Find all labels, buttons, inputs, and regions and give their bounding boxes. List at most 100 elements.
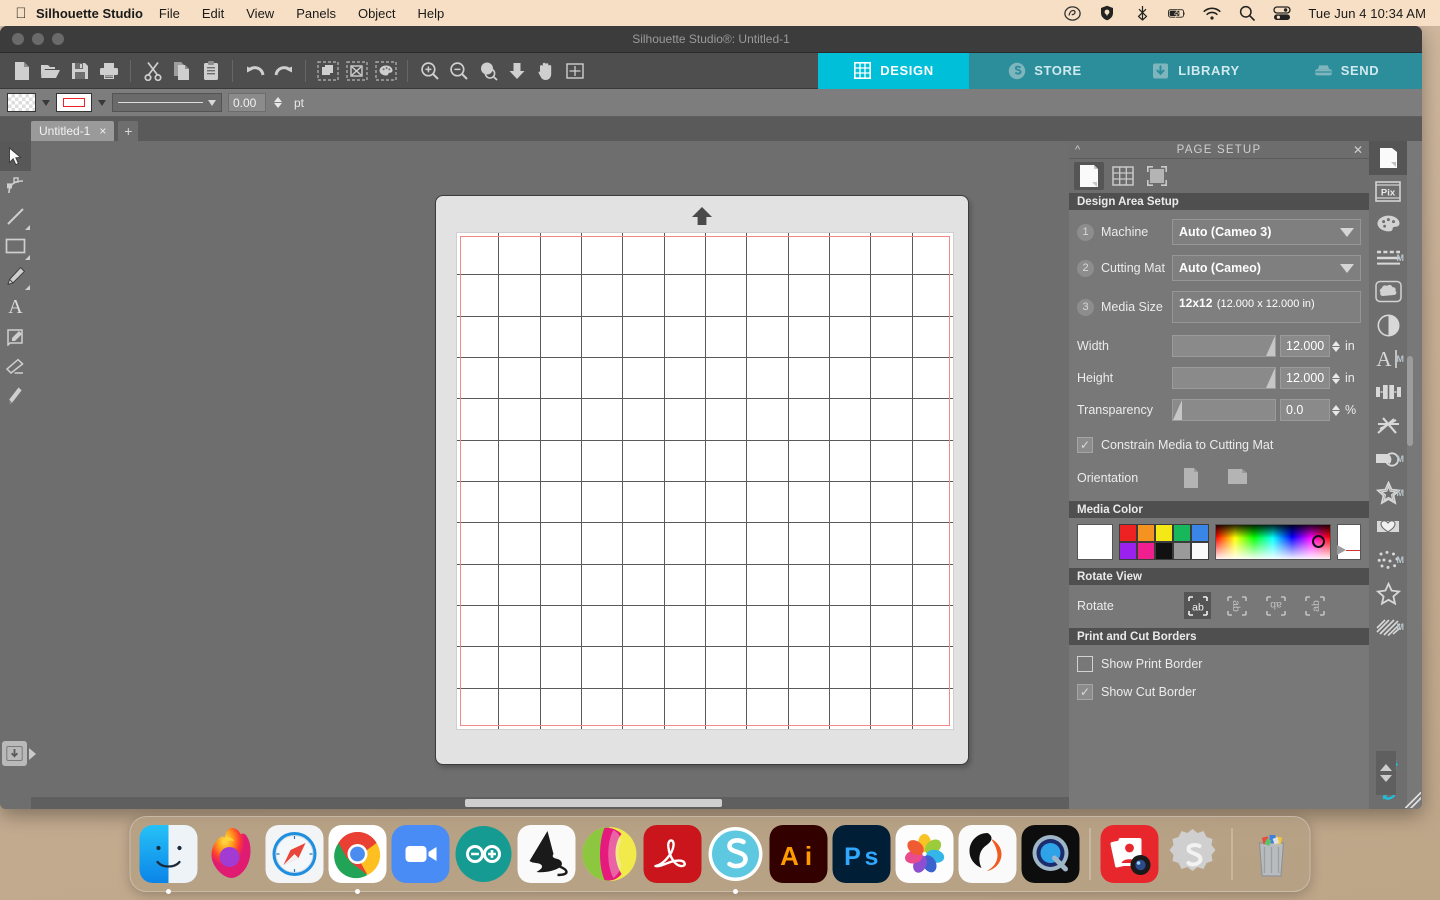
new-document-icon[interactable] [7, 56, 36, 85]
handbrake-icon[interactable] [958, 825, 1017, 883]
select-by-color-icon[interactable] [371, 56, 400, 85]
media-color-swatch[interactable] [1172, 542, 1191, 560]
panel-tab-registration-marks[interactable] [1142, 162, 1172, 190]
vertical-scrollbar[interactable] [1376, 751, 1396, 795]
zoom-in-icon[interactable] [415, 56, 444, 85]
acrobat-icon[interactable] [643, 825, 702, 883]
menu-view[interactable]: View [246, 6, 274, 21]
fit-window-icon[interactable] [560, 56, 589, 85]
control-center-icon[interactable] [1273, 5, 1291, 21]
krita-ball-icon[interactable] [581, 825, 639, 883]
menu-file[interactable]: File [159, 6, 180, 21]
open-folder-icon[interactable] [36, 56, 65, 85]
wifi-icon[interactable] [1203, 5, 1221, 21]
creative-cloud-icon[interactable] [1063, 5, 1081, 21]
print-border-row[interactable]: Show Print Border [1077, 656, 1361, 672]
bluetooth-icon[interactable] [1133, 5, 1151, 21]
zoom-video-icon[interactable] [391, 825, 450, 883]
rhinestone-panel-button[interactable]: M [1369, 476, 1407, 510]
dock-item-arduino[interactable] [455, 821, 513, 887]
dock-item-photoshop[interactable]: Ps [832, 821, 891, 887]
dock-item-handbrake[interactable] [958, 821, 1017, 887]
rectangle-tool[interactable] [0, 231, 31, 261]
dock-item-acrobat[interactable] [643, 821, 702, 887]
tab-send[interactable]: SEND [1271, 52, 1422, 89]
photos-icon[interactable] [895, 825, 954, 883]
finder-icon[interactable] [139, 825, 198, 883]
window-resize-grip[interactable] [1405, 792, 1421, 808]
draw-tool[interactable] [0, 261, 31, 291]
cut-border-row[interactable]: ✓ Show Cut Border [1077, 684, 1361, 700]
line-weight-stepper[interactable] [274, 97, 282, 108]
constrain-checkbox[interactable]: ✓ [1077, 437, 1093, 453]
constrain-row[interactable]: ✓ Constrain Media to Cutting Mat [1077, 437, 1361, 453]
horizontal-scroll-thumb[interactable] [465, 799, 722, 807]
align-panel-button[interactable] [1369, 376, 1407, 410]
page-setup-panel-button[interactable] [1369, 141, 1407, 175]
sticker-panel-button[interactable] [1369, 510, 1407, 544]
dock-item-quicktime[interactable] [1021, 821, 1080, 887]
transparency-stepper[interactable] [1332, 404, 1340, 416]
line-style-dropdown[interactable] [112, 93, 222, 112]
illustrator-icon[interactable]: Ai [769, 825, 828, 883]
dock-item-safari[interactable] [265, 821, 324, 887]
edit-points-tool[interactable] [0, 171, 31, 201]
silhouette-s-icon[interactable] [707, 825, 765, 883]
modify-panel-button[interactable] [1369, 309, 1407, 343]
search-icon[interactable] [1238, 5, 1256, 21]
menu-object[interactable]: Object [358, 6, 396, 21]
menu-clock[interactable]: Tue Jun 4 10:34 AM [1308, 6, 1426, 21]
dock-item-finder[interactable] [139, 821, 198, 894]
width-slider-handle[interactable] [1266, 336, 1275, 356]
dock-item-silhouette-gear[interactable] [1164, 821, 1222, 887]
color-spectrum-picker[interactable] [1214, 524, 1332, 560]
menu-edit[interactable]: Edit [202, 6, 224, 21]
pixscan-panel-button[interactable]: Pix [1369, 175, 1407, 209]
media-color-swatch[interactable] [1172, 524, 1191, 542]
dock-item-inkscape[interactable] [517, 821, 576, 887]
text-style-panel-button[interactable]: A M [1369, 342, 1407, 376]
close-icon[interactable]: ✕ [1353, 143, 1363, 157]
pan-hand-icon[interactable] [531, 56, 560, 85]
silhouette-gear-icon[interactable] [1164, 825, 1222, 883]
current-media-color-swatch[interactable] [1077, 524, 1113, 560]
width-slider[interactable] [1172, 335, 1276, 357]
machine-dropdown[interactable]: Auto (Cameo 3) [1172, 219, 1361, 245]
color-value-slider[interactable] [1337, 524, 1362, 560]
tab-design[interactable]: DESIGN [818, 52, 969, 89]
knife-panel-button[interactable] [1369, 409, 1407, 443]
menu-help[interactable]: Help [418, 6, 445, 21]
apple-logo-icon[interactable]:  [10, 6, 32, 21]
line-color-swatch[interactable] [56, 93, 92, 112]
chevron-down-icon[interactable] [1340, 227, 1354, 237]
page-landscape-icon[interactable] [1226, 467, 1248, 489]
dock-item-screenshot-app[interactable] [1100, 821, 1159, 887]
photoshop-icon[interactable]: Ps [832, 825, 891, 883]
fill-color-panel-button[interactable] [1369, 208, 1407, 242]
trace-panel-button[interactable] [1369, 275, 1407, 309]
panel-vertical-scroll-thumb[interactable] [1407, 356, 1413, 446]
dock-item-trash[interactable] [1243, 821, 1301, 887]
battery-charging-icon[interactable] [1168, 5, 1186, 21]
dock-item-zoom[interactable] [391, 821, 450, 887]
dock-item-illustrator[interactable]: Ai [769, 821, 828, 887]
sketch-panel-button[interactable]: M [1369, 610, 1407, 644]
transparency-input[interactable]: 0.0 [1280, 399, 1330, 421]
add-document-button[interactable]: + [118, 121, 139, 141]
close-icon[interactable]: × [99, 124, 106, 138]
save-icon[interactable] [65, 56, 94, 85]
media-color-swatch[interactable] [1154, 524, 1173, 542]
media-color-swatch[interactable] [1190, 524, 1209, 542]
media-color-swatch[interactable] [1136, 542, 1155, 560]
dock-item-chrome[interactable] [328, 821, 387, 894]
scroll-down-arrow[interactable] [1380, 775, 1392, 782]
cutting-mat-dropdown[interactable]: Auto (Cameo) [1172, 255, 1361, 281]
chevron-down-icon[interactable] [1340, 263, 1354, 273]
notes-tool[interactable] [0, 321, 31, 351]
height-slider-handle[interactable] [1266, 368, 1275, 388]
tab-store[interactable]: STORE [969, 52, 1120, 89]
media-size-value-box[interactable]: 12x12 (12.000 x 12.000 in) [1172, 291, 1361, 323]
quicktime-icon[interactable] [1021, 825, 1080, 883]
deselect-all-icon[interactable] [342, 56, 371, 85]
redo-icon[interactable] [269, 56, 298, 85]
